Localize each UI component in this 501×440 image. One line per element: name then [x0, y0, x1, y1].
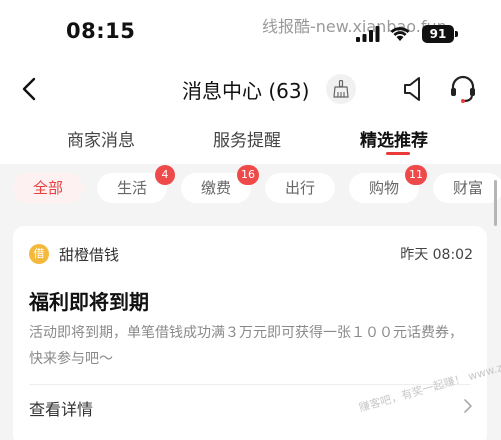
status-time: 08:15	[66, 19, 136, 43]
status-icons: 91	[356, 24, 458, 44]
filter-chip-travel[interactable]: 出行	[265, 173, 335, 203]
scrollbar[interactable]	[494, 180, 497, 226]
broom-icon	[333, 80, 349, 98]
signal-icon	[356, 26, 380, 42]
filter-chip-label: 财富	[452, 179, 483, 197]
filter-chip-label: 全部	[32, 179, 63, 197]
speaker-icon[interactable]	[402, 75, 428, 103]
divider	[29, 384, 471, 385]
nav-bar: 消息中心 (63)	[0, 62, 501, 116]
view-details-label: 查看详情	[29, 400, 94, 419]
tab-featured[interactable]: 精选推荐	[360, 126, 428, 151]
wifi-icon	[390, 27, 410, 41]
tab-service-reminders[interactable]: 服务提醒	[213, 126, 281, 151]
view-details-link[interactable]: 查看详情	[29, 392, 473, 422]
battery-icon: 91	[422, 25, 458, 43]
customer-service-icon[interactable]	[448, 74, 478, 104]
unread-badge: 4	[155, 165, 175, 185]
filter-chip-label: 购物	[368, 179, 399, 197]
chevron-right-icon	[464, 399, 472, 413]
back-arrow-icon[interactable]	[18, 76, 42, 102]
clear-unread-button[interactable]	[326, 74, 356, 104]
message-title: 福利即将到期	[29, 290, 149, 314]
status-bar: 08:15 线报酷-new.xianbao.fun 91	[0, 0, 501, 62]
filter-chip-all[interactable]: 全部	[13, 173, 83, 203]
filter-chip-shopping[interactable]: 购物 11	[349, 165, 427, 203]
sender-logo: 借	[29, 244, 49, 264]
filter-chip-label: 生活	[116, 179, 147, 197]
filter-chip-payment[interactable]: 缴费 16	[181, 165, 259, 203]
filter-chip-label: 缴费	[200, 179, 231, 197]
sender-name: 甜橙借钱	[59, 246, 120, 264]
page-title: 消息中心 (63)	[182, 79, 310, 103]
category-filter-bar: 全部 生活 4 缴费 16 出行 购物 11 财富	[0, 164, 501, 216]
unread-badge: 16	[237, 165, 259, 185]
filter-chip-wealth[interactable]: 财富	[433, 173, 501, 203]
message-time: 昨天 08:02	[400, 247, 473, 263]
active-tab-indicator	[386, 152, 410, 155]
unread-badge: 11	[405, 165, 427, 185]
message-body: 活动即将到期，单笔借钱成功满３万元即可获得一张１００元话费券，快来参与吧～	[29, 325, 463, 367]
tab-merchant-messages[interactable]: 商家消息	[67, 126, 135, 151]
message-tabs: 商家消息 服务提醒 精选推荐	[0, 116, 501, 164]
message-card[interactable]: 借 甜橙借钱 昨天 08:02 福利即将到期 活动即将到期，单笔借钱成功满３万元…	[13, 226, 501, 440]
filter-chip-label: 出行	[284, 179, 315, 197]
filter-chip-life[interactable]: 生活 4	[97, 165, 175, 203]
